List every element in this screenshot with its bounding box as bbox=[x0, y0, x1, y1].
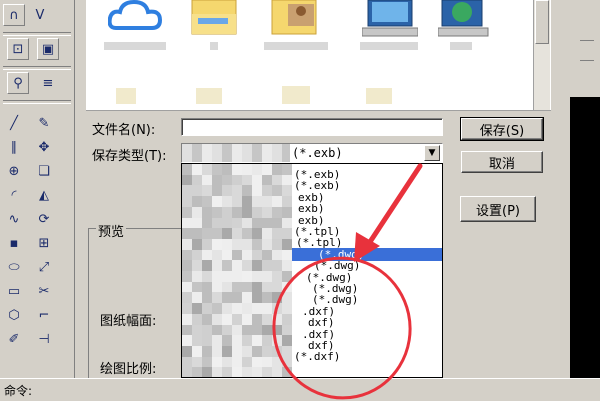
filetype-dropdown-list[interactable]: (*.exb) (*.exb) exb) exb) exb) (*.tpl) (*.tpl)… bbox=[181, 163, 443, 378]
status-bar: 命令: bbox=[0, 378, 600, 401]
polygon-tool-icon[interactable]: ⬡ bbox=[3, 304, 25, 326]
save-button[interactable]: 保存(S) bbox=[460, 117, 544, 141]
network-globe-icon[interactable] bbox=[438, 0, 494, 38]
query-icon[interactable]: ⚲ bbox=[7, 72, 29, 94]
file-caption bbox=[360, 42, 418, 50]
folder-icon[interactable] bbox=[270, 0, 322, 36]
toolbar-grip bbox=[580, 60, 594, 63]
curve-tool-icon[interactable]: ∩ bbox=[3, 4, 25, 26]
parallel-line-icon[interactable]: ∥ bbox=[3, 136, 25, 158]
filename-input[interactable] bbox=[181, 118, 443, 136]
command-label: 命令: bbox=[4, 384, 33, 398]
point-tool-icon[interactable]: ▪ bbox=[3, 232, 25, 254]
toolbar-grip bbox=[580, 40, 594, 43]
preview-label: 预览 bbox=[96, 221, 127, 240]
drawing-canvas[interactable] bbox=[570, 97, 600, 380]
copy-icon[interactable]: ❏ bbox=[33, 160, 55, 182]
computer-icon[interactable] bbox=[362, 0, 418, 38]
filename-label: 文件名(N): bbox=[92, 123, 156, 138]
move-icon[interactable]: ✥ bbox=[33, 136, 55, 158]
blurred-filetype-value bbox=[182, 144, 290, 162]
vertex-tool-icon[interactable]: V bbox=[29, 4, 51, 26]
zoom-window-icon[interactable]: ⊡ bbox=[7, 38, 29, 60]
filetype-value: (*.exb) bbox=[292, 146, 343, 160]
fillet-icon[interactable]: ⌐ bbox=[33, 304, 55, 326]
file-caption bbox=[450, 42, 472, 50]
circle-tool-icon[interactable]: ⊕ bbox=[3, 160, 25, 182]
scale-icon[interactable]: ⤢ bbox=[33, 256, 55, 278]
zoom-extents-icon[interactable]: ▣ bbox=[37, 38, 59, 60]
spline-tool-icon[interactable]: ∿ bbox=[3, 208, 25, 230]
filetype-label: 保存类型(T): bbox=[92, 149, 167, 164]
cancel-button[interactable]: 取消 bbox=[461, 151, 543, 173]
arc-tool-icon[interactable]: ◜ bbox=[3, 184, 25, 206]
line-tool-icon[interactable]: ╱ bbox=[3, 112, 25, 134]
file-caption bbox=[264, 42, 328, 50]
mirror-icon[interactable]: ◭ bbox=[33, 184, 55, 206]
left-toolbar: ∩ V ⊡ ▣ ⚲ ≡ ╱ ✎ ∥ ✥ ⊕ ❏ ◜ ◭ ∿ ⟳ ▪ ⊞ ⬭ ⤢ … bbox=[0, 0, 75, 380]
settings-button[interactable]: 设置(P) bbox=[460, 196, 536, 222]
trim-icon[interactable]: ✂ bbox=[33, 280, 55, 302]
file-thumb bbox=[116, 88, 136, 104]
ellipse-tool-icon[interactable]: ⬭ bbox=[3, 256, 25, 278]
blurred-filetype-names bbox=[182, 164, 292, 377]
scrollbar-thumb[interactable] bbox=[535, 0, 549, 44]
file-caption bbox=[104, 42, 166, 50]
file-thumb bbox=[366, 88, 392, 104]
cloud-icon[interactable] bbox=[108, 0, 164, 30]
file-browser-area[interactable] bbox=[86, 0, 551, 111]
scale-label: 绘图比例: bbox=[100, 362, 157, 377]
rotate-icon[interactable]: ⟳ bbox=[33, 208, 55, 230]
dropdown-option-label: (*.dxf) bbox=[294, 350, 341, 364]
paper-size-label: 图纸幅面: bbox=[100, 314, 157, 329]
measure-icon[interactable]: ≡ bbox=[37, 72, 59, 94]
array-icon[interactable]: ⊞ bbox=[33, 232, 55, 254]
folder-icon[interactable] bbox=[190, 0, 238, 36]
pen-tool-icon[interactable]: ✐ bbox=[3, 328, 25, 350]
file-thumb bbox=[282, 86, 310, 104]
file-thumb bbox=[196, 88, 222, 104]
rectangle-tool-icon[interactable]: ▭ bbox=[3, 280, 25, 302]
eraser-icon[interactable]: ✎ bbox=[33, 112, 55, 134]
extend-icon[interactable]: ⊣ bbox=[33, 328, 55, 350]
file-caption bbox=[210, 42, 218, 50]
chevron-down-icon[interactable]: ▼ bbox=[424, 145, 440, 161]
